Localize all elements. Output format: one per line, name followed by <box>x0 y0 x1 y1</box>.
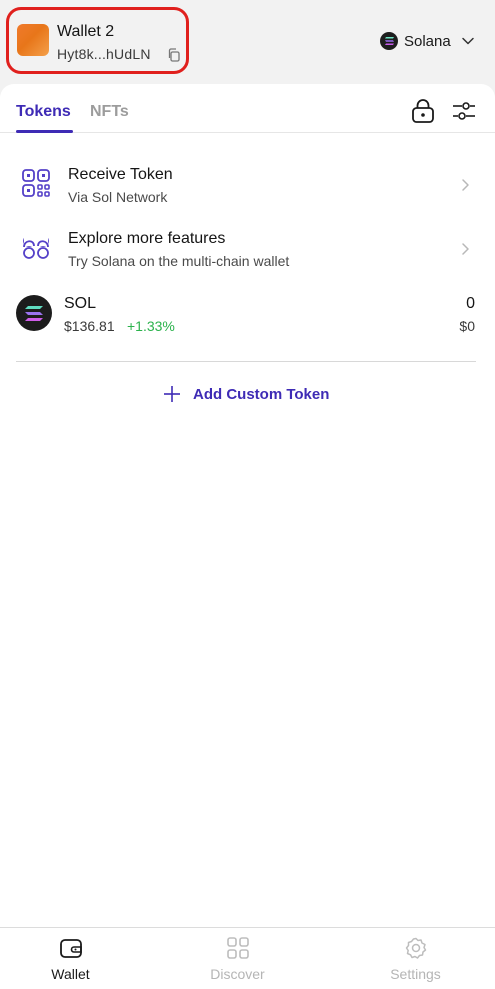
tab-nfts[interactable]: NFTs <box>90 103 129 121</box>
chevron-right-icon <box>462 179 469 191</box>
token-value: $0 <box>459 318 475 334</box>
token-symbol: SOL <box>64 295 97 312</box>
add-custom-token-label: Add Custom Token <box>193 385 330 403</box>
wallet-selector[interactable]: Wallet 2 Hyt8k...hUdLN <box>6 7 189 74</box>
nav-discover-label: Discover <box>210 966 265 982</box>
copy-icon[interactable] <box>167 48 180 62</box>
nav-wallet-label: Wallet <box>51 966 90 982</box>
plus-icon <box>164 386 180 402</box>
active-tab-indicator <box>16 130 73 133</box>
wallet-address: Hyt8k...hUdLN <box>57 46 151 62</box>
bottom-nav: Wallet Discover Settings <box>0 927 495 989</box>
explore-features-row[interactable]: Explore more features Try Solana on the … <box>0 225 495 273</box>
explore-features-title: Explore more features <box>68 230 226 247</box>
network-label: Solana <box>404 32 451 50</box>
chevron-right-icon <box>462 243 469 255</box>
explore-features-subtitle: Try Solana on the multi-chain wallet <box>68 253 290 269</box>
wallet-icon <box>60 939 82 958</box>
nav-settings-label: Settings <box>390 966 441 982</box>
wallet-name: Wallet 2 <box>57 23 115 40</box>
network-selector[interactable]: Solana <box>380 31 475 51</box>
wallet-avatar <box>17 24 49 56</box>
nav-settings[interactable]: Settings <box>333 928 495 989</box>
sol-token-icon <box>16 295 52 331</box>
receive-token-subtitle: Via Sol Network <box>68 189 168 205</box>
main-panel: Tokens NFTs Receive Token Via Sol Networ… <box>0 84 495 927</box>
gear-icon <box>405 937 427 959</box>
qr-code-icon <box>22 169 50 197</box>
solana-network-icon <box>380 32 398 50</box>
receive-token-row[interactable]: Receive Token Via Sol Network <box>0 161 495 209</box>
nav-discover[interactable]: Discover <box>155 928 320 989</box>
divider <box>16 361 476 362</box>
filter-settings-icon[interactable] <box>451 98 477 124</box>
receive-token-title: Receive Token <box>68 166 173 183</box>
token-quantity: 0 <box>466 295 475 312</box>
add-custom-token-button[interactable]: Add Custom Token <box>163 383 329 405</box>
grid-icon <box>227 937 249 959</box>
token-price-change: +1.33% <box>127 318 175 334</box>
chevron-down-icon <box>461 37 474 45</box>
lock-icon[interactable] <box>410 98 436 124</box>
nav-wallet[interactable]: Wallet <box>0 928 153 989</box>
explore-icon <box>23 235 49 259</box>
tab-bar: Tokens NFTs <box>0 84 495 133</box>
token-price: $136.81 <box>64 318 115 334</box>
tab-tokens[interactable]: Tokens <box>16 103 71 121</box>
header: Wallet 2 Hyt8k...hUdLN Solana <box>0 0 495 84</box>
